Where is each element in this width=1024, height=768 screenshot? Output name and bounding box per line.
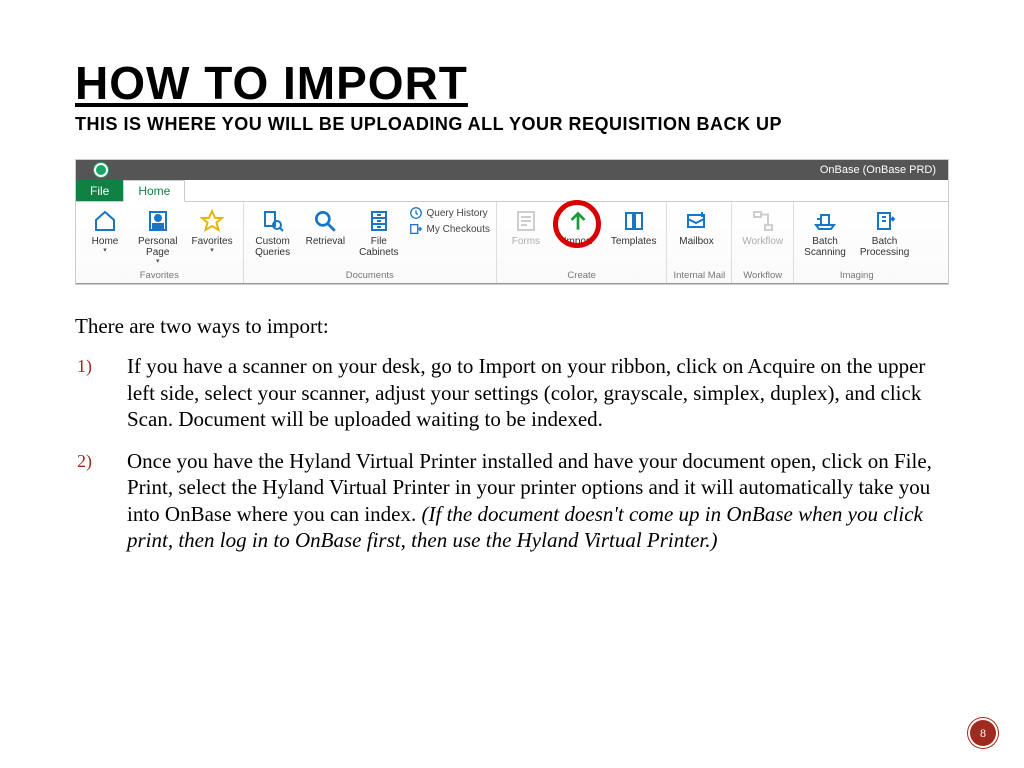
form-icon (513, 208, 539, 234)
group-internal-mail: Mailbox Internal Mail (667, 202, 732, 283)
ribbon-tabbar: File Home (76, 180, 948, 202)
group-favorites: Home ▾ Personal Page ▾ Fav (76, 202, 244, 283)
step-1-text: If you have a scanner on your desk, go t… (127, 354, 925, 431)
group-label-imaging: Imaging (800, 268, 913, 283)
home-label: Home (92, 236, 119, 247)
checkout-icon (409, 222, 423, 236)
onbase-logo-icon (94, 163, 108, 177)
group-label-favorites: Favorites (82, 268, 237, 283)
custom-queries-button[interactable]: Custom Queries (250, 206, 296, 260)
query-history-button[interactable]: Query History (409, 206, 490, 220)
intro-text: There are two ways to import: (75, 313, 949, 339)
group-documents: Custom Queries Retrieval File Cabinets (244, 202, 497, 283)
document-search-icon (260, 208, 286, 234)
forms-label: Forms (512, 236, 540, 247)
processing-icon (872, 208, 898, 234)
search-icon (312, 208, 338, 234)
workflow-button[interactable]: Workflow (738, 206, 787, 249)
forms-button[interactable]: Forms (503, 206, 549, 249)
upload-arrow-icon (565, 208, 591, 234)
home-button[interactable]: Home ▾ (82, 206, 128, 256)
tab-file[interactable]: File (76, 180, 123, 201)
clock-icon (409, 206, 423, 220)
slide-subtitle: THIS IS WHERE YOU WILL BE UPLOADING ALL … (75, 114, 949, 135)
step-2: Once you have the Hyland Virtual Printer… (127, 448, 949, 553)
personal-page-button[interactable]: Personal Page ▾ (134, 206, 181, 267)
group-label-workflow: Workflow (738, 268, 787, 283)
my-checkouts-button[interactable]: My Checkouts (409, 222, 490, 236)
cabinet-icon (366, 208, 392, 234)
chevron-down-icon: ▾ (156, 258, 160, 265)
group-imaging: Batch Scanning Batch Processing Imaging (794, 202, 919, 283)
page-number-badge: 8 (968, 718, 998, 748)
slide-title: HOW TO IMPORT (75, 60, 949, 106)
group-create: Forms Import Templates (497, 202, 668, 283)
favorites-button[interactable]: Favorites ▾ (187, 206, 236, 256)
tab-home[interactable]: Home (123, 180, 185, 202)
mailbox-label: Mailbox (679, 236, 713, 247)
my-checkouts-label: My Checkouts (427, 224, 490, 235)
group-label-create: Create (503, 268, 661, 283)
batch-scanning-label: Batch Scanning (804, 236, 846, 258)
step-1: If you have a scanner on your desk, go t… (127, 353, 949, 432)
home-icon (92, 208, 118, 234)
window-title: OnBase (OnBase PRD) (820, 164, 936, 176)
workflow-label: Workflow (742, 236, 783, 247)
import-label: Import (564, 236, 592, 247)
onbase-ribbon-screenshot: OnBase (OnBase PRD) File Home Home ▾ (75, 159, 949, 285)
templates-label: Templates (611, 236, 657, 247)
batch-processing-button[interactable]: Batch Processing (856, 206, 913, 260)
favorites-label: Favorites (191, 236, 232, 247)
group-workflow: Workflow Workflow (732, 202, 794, 283)
group-label-internal-mail: Internal Mail (673, 268, 725, 283)
query-history-label: Query History (427, 208, 488, 219)
window-titlebar: OnBase (OnBase PRD) (76, 160, 948, 180)
custom-queries-label: Custom Queries (255, 236, 290, 258)
batch-processing-label: Batch Processing (860, 236, 909, 258)
import-button[interactable]: Import (555, 206, 601, 249)
batch-scanning-button[interactable]: Batch Scanning (800, 206, 850, 260)
mailbox-button[interactable]: Mailbox (673, 206, 719, 249)
templates-icon (621, 208, 647, 234)
ribbon: Home ▾ Personal Page ▾ Fav (76, 202, 948, 284)
retrieval-button[interactable]: Retrieval (302, 206, 349, 249)
file-cabinets-button[interactable]: File Cabinets (355, 206, 402, 260)
group-label-documents: Documents (250, 268, 490, 283)
mailbox-icon (683, 208, 709, 234)
retrieval-label: Retrieval (306, 236, 345, 247)
chevron-down-icon: ▾ (103, 247, 107, 254)
templates-button[interactable]: Templates (607, 206, 661, 249)
scanner-icon (812, 208, 838, 234)
workflow-icon (750, 208, 776, 234)
person-icon (145, 208, 171, 234)
file-cabinets-label: File Cabinets (359, 236, 398, 258)
body-content: There are two ways to import: If you hav… (75, 313, 949, 553)
star-icon (199, 208, 225, 234)
chevron-down-icon: ▾ (210, 247, 214, 254)
personal-page-label: Personal Page (138, 236, 177, 258)
